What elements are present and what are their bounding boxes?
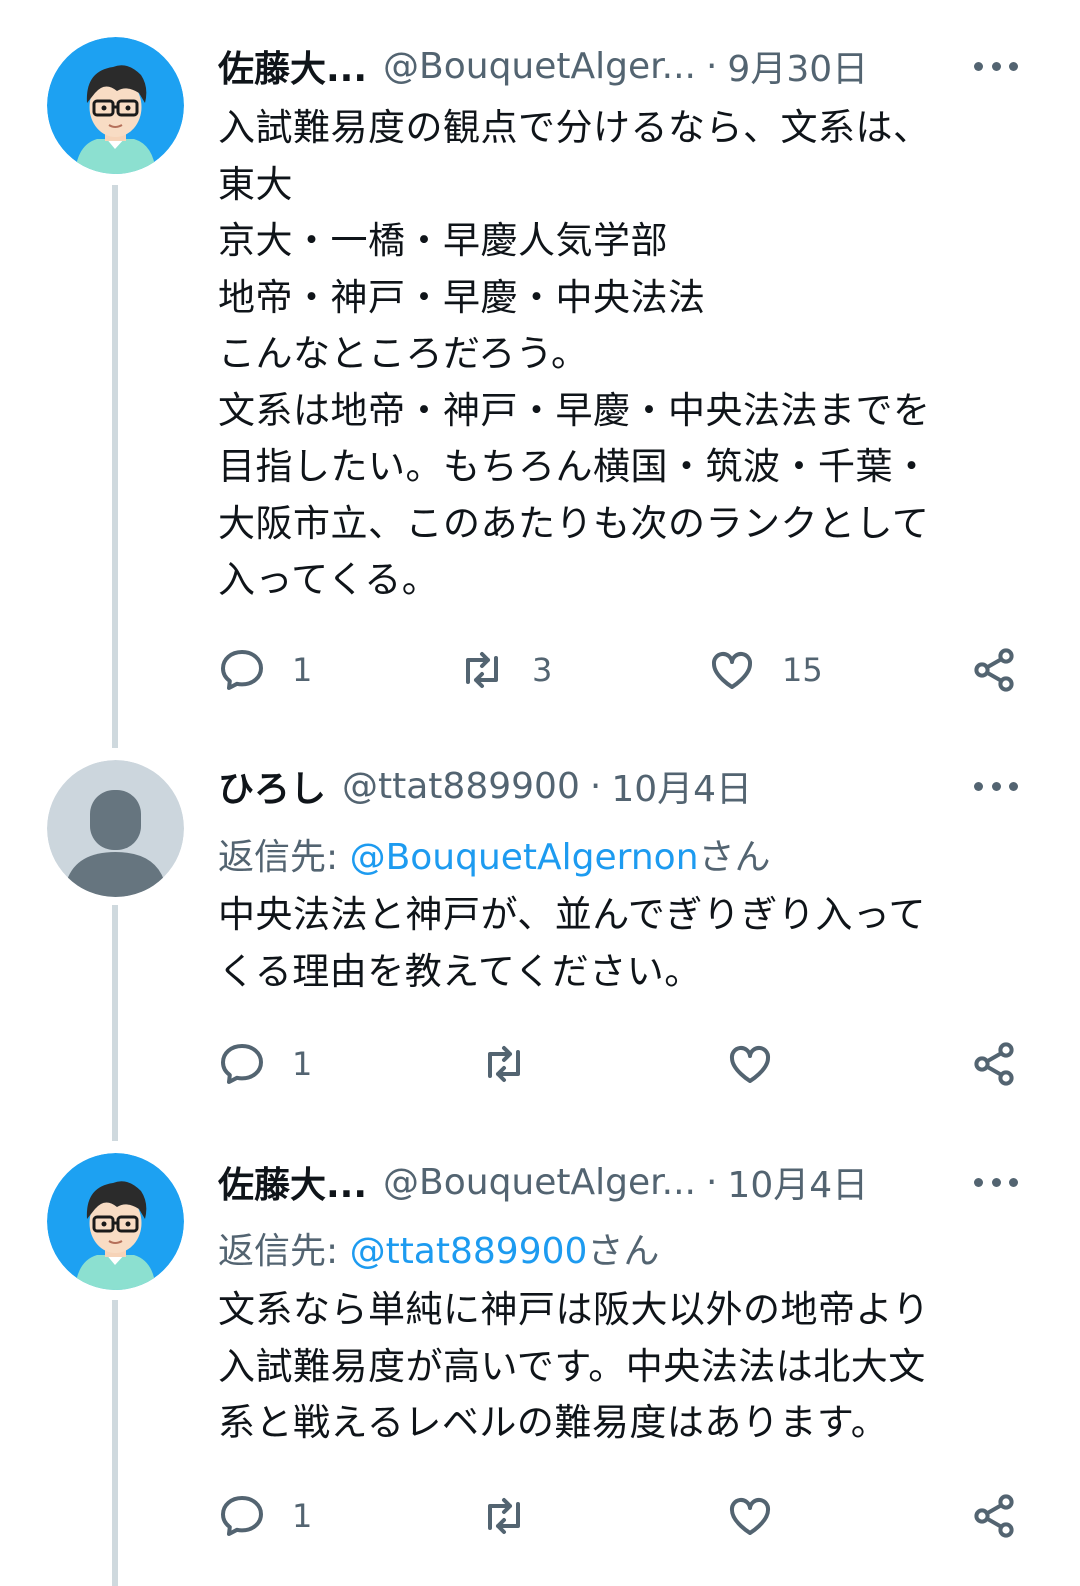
reply-icon — [221, 650, 263, 690]
reply-button[interactable]: 1 — [218, 640, 312, 700]
tweet-text: 入試難易度の観点で分けるなら、文系は、 東大 京大・一橋・早慶人気学部 地帝・神… — [218, 106, 931, 601]
user-handle[interactable]: @BouquetAlger... — [383, 46, 696, 87]
reply-to-suffix: さん — [587, 1231, 660, 1272]
share-icon — [974, 648, 1014, 692]
tweet-text: 文系なら単純に神戸は阪大以外の地帝より 入試難易度が高いです。中央法法は北大文 … — [218, 1288, 930, 1444]
share-icon — [974, 1042, 1014, 1086]
reply-to-suffix: さん — [698, 837, 771, 878]
display-name[interactable]: 佐藤大... — [218, 40, 367, 92]
more-icon[interactable] — [974, 44, 1018, 88]
share-button[interactable] — [970, 1486, 1018, 1546]
reply-button[interactable]: 1 — [218, 1486, 312, 1546]
tweet-actions: 1 — [218, 1486, 1018, 1546]
reply-to-prefix: 返信先: — [218, 1231, 350, 1272]
retweet-icon — [466, 652, 498, 688]
reply-count: 1 — [292, 1497, 313, 1535]
tweet-text: 中央法法と神戸が、並んでぎりぎり入って くる理由を教えてください。 — [218, 893, 927, 993]
avatar-icon — [47, 1153, 184, 1290]
reply-count: 1 — [292, 1045, 313, 1083]
avatar-icon — [47, 37, 184, 174]
like-button[interactable] — [726, 1486, 774, 1546]
retweet-button[interactable] — [480, 1486, 528, 1546]
tweet-actions: 1 — [218, 1034, 1018, 1094]
separator-dot: · — [589, 765, 602, 807]
share-icon — [974, 1494, 1014, 1538]
avatar[interactable] — [47, 1153, 184, 1290]
tweet-actions: 1 3 15 — [218, 640, 1018, 700]
display-name[interactable]: ひろし — [218, 760, 326, 812]
retweet-button[interactable]: 3 — [458, 640, 552, 700]
tweet-header: 佐藤大... @BouquetAlger... · 10月4日 — [218, 1152, 1020, 1212]
tweet-date[interactable]: 10月4日 — [727, 1156, 868, 1208]
reply-count: 1 — [292, 651, 313, 689]
default-avatar-icon — [47, 760, 184, 897]
reply-icon — [221, 1496, 263, 1536]
like-icon — [729, 1498, 771, 1535]
user-handle[interactable]: @ttat889900 — [342, 766, 580, 807]
reply-to-mention[interactable]: @BouquetAlgernon — [350, 837, 699, 878]
like-icon — [729, 1046, 771, 1083]
display-name[interactable]: 佐藤大... — [218, 1156, 367, 1208]
reply-button[interactable]: 1 — [218, 1034, 312, 1094]
like-count: 15 — [782, 651, 823, 689]
user-handle[interactable]: @BouquetAlger... — [383, 1162, 696, 1203]
reply-to: 返信先: @BouquetAlgernonさん — [218, 828, 771, 880]
like-button[interactable]: 15 — [708, 640, 823, 700]
avatar[interactable] — [47, 760, 184, 897]
avatar[interactable] — [47, 37, 184, 174]
retweet-icon — [488, 1498, 520, 1534]
reply-to: 返信先: @ttat889900さん — [218, 1222, 659, 1274]
tweet-date[interactable]: 10月4日 — [611, 760, 752, 812]
separator-dot: · — [705, 45, 718, 87]
separator-dot: · — [705, 1161, 718, 1203]
share-button[interactable] — [970, 640, 1018, 700]
thread-line — [112, 905, 118, 1141]
more-icon[interactable] — [974, 1160, 1018, 1204]
share-button[interactable] — [970, 1034, 1018, 1094]
tweet-header: 佐藤大... @BouquetAlger... · 9月30日 — [218, 36, 1020, 96]
reply-to-prefix: 返信先: — [218, 837, 350, 878]
like-button[interactable] — [726, 1034, 774, 1094]
retweet-icon — [488, 1046, 520, 1082]
thread-line — [112, 1300, 118, 1586]
thread-line — [112, 185, 118, 748]
retweet-button[interactable] — [480, 1034, 528, 1094]
reply-icon — [221, 1044, 263, 1084]
more-icon[interactable] — [974, 764, 1018, 808]
tweet-header: ひろし @ttat889900 · 10月4日 — [218, 756, 1020, 816]
retweet-count: 3 — [532, 651, 553, 689]
reply-to-mention[interactable]: @ttat889900 — [350, 1231, 588, 1272]
like-icon — [711, 652, 753, 689]
tweet-date[interactable]: 9月30日 — [727, 40, 868, 92]
